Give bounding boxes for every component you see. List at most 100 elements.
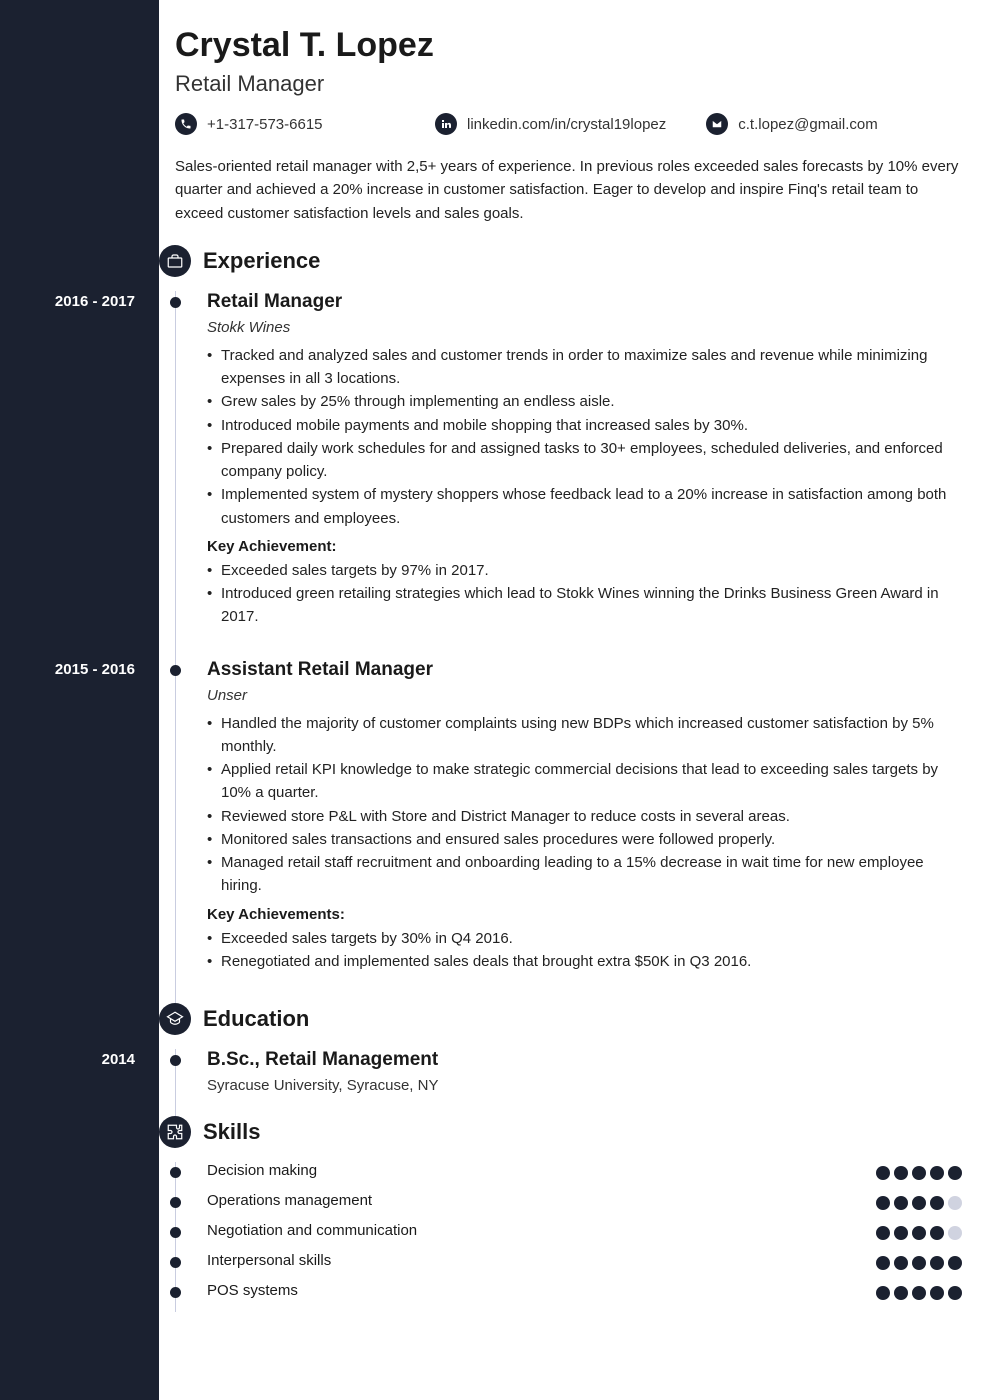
person-title: Retail Manager (175, 71, 962, 97)
skill-rating (876, 1256, 962, 1270)
rating-dot (948, 1256, 962, 1270)
degree-title: B.Sc., Retail Management (207, 1049, 962, 1071)
bullet: Grew sales by 25% through implementing a… (207, 390, 962, 413)
key-achievement-label: Key Achievement: (207, 538, 962, 555)
main-content: Crystal T. Lopez Retail Manager +1-317-5… (159, 0, 990, 1400)
experience-entry: 2016 - 2017 Retail Manager Stokk Wines T… (175, 291, 962, 659)
email-icon (706, 113, 728, 135)
skill-row: Negotiation and communication (175, 1222, 962, 1252)
skill-rating (876, 1166, 962, 1180)
skill-name: POS systems (207, 1282, 298, 1299)
key-achievement-label: Key Achievements: (207, 906, 962, 923)
rating-dot (894, 1226, 908, 1240)
rating-dot (912, 1196, 926, 1210)
rating-dot (948, 1286, 962, 1300)
skill-row: POS systems (175, 1282, 962, 1312)
rating-dot (912, 1286, 926, 1300)
job-title: Retail Manager (207, 291, 962, 313)
rating-dot (894, 1166, 908, 1180)
rating-dot (894, 1256, 908, 1270)
left-sidebar (0, 0, 159, 1400)
rating-dot (876, 1286, 890, 1300)
contact-email: c.t.lopez@gmail.com (706, 113, 926, 135)
rating-dot (948, 1196, 962, 1210)
bullet: Monitored sales transactions and ensured… (207, 828, 962, 851)
experience-header: Experience (159, 245, 962, 277)
rating-dot (948, 1166, 962, 1180)
experience-entry: 2015 - 2016 Assistant Retail Manager Uns… (175, 659, 962, 1004)
bullet: Exceeded sales targets by 30% in Q4 2016… (207, 927, 962, 950)
briefcase-icon (159, 245, 191, 277)
education-entry: 2014 B.Sc., Retail Management Syracuse U… (175, 1049, 962, 1116)
contact-linkedin: linkedin.com/in/crystal19lopez (435, 113, 666, 135)
skill-name: Decision making (207, 1162, 317, 1179)
contact-phone: +1-317-573-6615 (175, 113, 395, 135)
contacts: +1-317-573-6615 linkedin.com/in/crystal1… (175, 113, 962, 135)
skill-entry: Negotiation and communication (175, 1222, 876, 1252)
rating-dot (876, 1196, 890, 1210)
phone-text: +1-317-573-6615 (207, 116, 323, 133)
experience-title: Experience (203, 248, 320, 274)
school-name: Syracuse University, Syracuse, NY (207, 1077, 962, 1094)
bullet: Prepared daily work schedules for and as… (207, 437, 962, 484)
email-text: c.t.lopez@gmail.com (738, 116, 877, 133)
resume-page: Crystal T. Lopez Retail Manager +1-317-5… (0, 0, 990, 1400)
rating-dot (894, 1286, 908, 1300)
skill-entry: POS systems (175, 1282, 876, 1312)
rating-dot (912, 1256, 926, 1270)
bullet: Handled the majority of customer complai… (207, 712, 962, 759)
company-name: Stokk Wines (207, 319, 962, 336)
skills-list: Decision making Operations management Nego… (175, 1162, 962, 1312)
rating-dot (930, 1286, 944, 1300)
skill-row: Operations management (175, 1192, 962, 1222)
rating-dot (930, 1196, 944, 1210)
bullet: Implemented system of mystery shoppers w… (207, 483, 962, 530)
rating-dot (876, 1166, 890, 1180)
job-title: Assistant Retail Manager (207, 659, 962, 681)
skills-title: Skills (203, 1119, 260, 1145)
entry-dates: 2016 - 2017 (55, 293, 135, 310)
graduation-icon (159, 1003, 191, 1035)
skill-name: Operations management (207, 1192, 372, 1209)
job-bullets: Handled the majority of customer complai… (207, 712, 962, 898)
rating-dot (930, 1226, 944, 1240)
linkedin-icon (435, 113, 457, 135)
job-bullets: Tracked and analyzed sales and customer … (207, 344, 962, 530)
education-title: Education (203, 1006, 309, 1032)
skills-header: Skills (159, 1116, 962, 1148)
skill-entry: Interpersonal skills (175, 1252, 876, 1282)
experience-timeline: 2016 - 2017 Retail Manager Stokk Wines T… (175, 291, 962, 1003)
rating-dot (930, 1256, 944, 1270)
rating-dot (912, 1226, 926, 1240)
bullet: Tracked and analyzed sales and customer … (207, 344, 962, 391)
skill-name: Interpersonal skills (207, 1252, 331, 1269)
bullet: Applied retail KPI knowledge to make str… (207, 758, 962, 805)
education-timeline: 2014 B.Sc., Retail Management Syracuse U… (175, 1049, 962, 1116)
skill-name: Negotiation and communication (207, 1222, 417, 1239)
rating-dot (930, 1166, 944, 1180)
entry-dates: 2015 - 2016 (55, 661, 135, 678)
entry-dates: 2014 (102, 1051, 135, 1068)
skill-entry: Operations management (175, 1192, 876, 1222)
skill-rating (876, 1286, 962, 1300)
summary-text: Sales-oriented retail manager with 2,5+ … (175, 155, 962, 225)
rating-dot (912, 1166, 926, 1180)
linkedin-text: linkedin.com/in/crystal19lopez (467, 116, 666, 133)
rating-dot (876, 1226, 890, 1240)
achievement-bullets: Exceeded sales targets by 30% in Q4 2016… (207, 927, 962, 974)
rating-dot (948, 1226, 962, 1240)
skill-row: Interpersonal skills (175, 1252, 962, 1282)
puzzle-icon (159, 1116, 191, 1148)
skill-rating (876, 1196, 962, 1210)
person-name: Crystal T. Lopez (175, 26, 962, 65)
bullet: Introduced mobile payments and mobile sh… (207, 414, 962, 437)
education-header: Education (159, 1003, 962, 1035)
bullet: Reviewed store P&L with Store and Distri… (207, 805, 962, 828)
achievement-bullets: Exceeded sales targets by 97% in 2017. I… (207, 559, 962, 629)
rating-dot (876, 1256, 890, 1270)
skill-entry: Decision making (175, 1162, 876, 1192)
company-name: Unser (207, 687, 962, 704)
phone-icon (175, 113, 197, 135)
bullet: Renegotiated and implemented sales deals… (207, 950, 962, 973)
bullet: Introduced green retailing strategies wh… (207, 582, 962, 629)
